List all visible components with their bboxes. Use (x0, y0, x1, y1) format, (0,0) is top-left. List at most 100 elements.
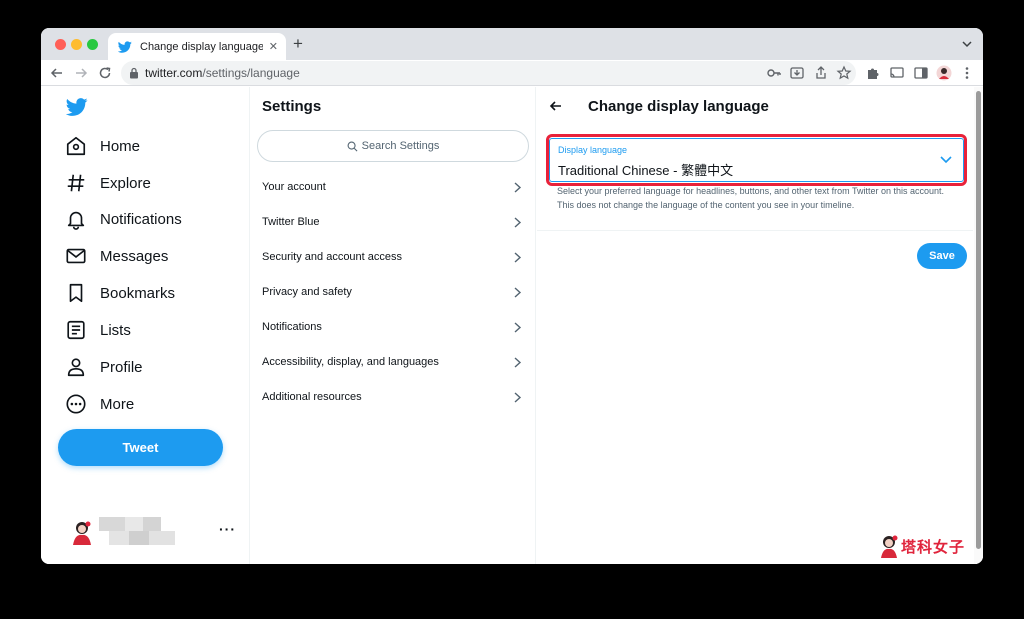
twitter-bird-icon (118, 40, 132, 53)
url-text: twitter.com/settings/language (145, 66, 300, 80)
watermark: 塔科女子 (878, 534, 968, 560)
nav-label: Notifications (100, 210, 182, 228)
bookmark-icon (69, 283, 83, 303)
account-more-icon[interactable]: ··· (219, 521, 236, 537)
back-arrow-icon[interactable] (49, 65, 65, 81)
url-host: twitter.com (145, 66, 203, 80)
display-language-select[interactable]: Display language Traditional Chinese - 繁… (549, 138, 964, 182)
envelope-icon (66, 248, 86, 264)
nav-item-messages[interactable]: Messages (65, 242, 168, 270)
nav-label: More (100, 395, 135, 413)
tab-title: Change display language / Twitter (140, 40, 263, 53)
left-navigation: Home Explore Notifications Messages Book… (41, 87, 250, 564)
tab-close-icon[interactable]: ✕ (269, 40, 278, 53)
chevron-right-icon (514, 322, 522, 333)
zoom-window-button[interactable] (87, 39, 98, 50)
person-icon (67, 358, 85, 377)
forward-arrow-icon[interactable] (73, 65, 89, 81)
search-settings-input[interactable]: Search Settings (257, 130, 529, 162)
nav-item-notifications[interactable]: Notifications (65, 205, 182, 233)
hashtag-icon (67, 174, 85, 192)
install-app-icon[interactable] (789, 65, 805, 81)
cast-icon[interactable] (889, 65, 905, 81)
save-button[interactable]: Save (917, 243, 967, 269)
bookmark-star-icon[interactable] (836, 65, 852, 81)
settings-item-privacy[interactable]: Privacy and safety (251, 275, 536, 310)
blurred-username (143, 517, 161, 531)
settings-item-label: Additional resources (262, 391, 362, 403)
nav-item-more[interactable]: More (65, 390, 134, 418)
settings-item-additional-resources[interactable]: Additional resources (251, 380, 536, 415)
minimize-window-button[interactable] (71, 39, 82, 50)
scrollbar[interactable] (974, 87, 983, 564)
settings-column: Settings Search Settings Your account Tw… (251, 87, 536, 564)
settings-item-twitter-blue[interactable]: Twitter Blue (251, 205, 536, 240)
nav-label: Bookmarks (100, 284, 176, 302)
blurred-handle (149, 531, 175, 545)
settings-item-label: Notifications (262, 321, 322, 333)
scrollbar-thumb[interactable] (976, 91, 981, 549)
bell-icon (67, 211, 85, 230)
tweet-button[interactable]: Tweet (58, 429, 223, 466)
reload-icon[interactable] (97, 65, 113, 81)
display-language-label: Display language (558, 145, 628, 155)
back-arrow-icon[interactable] (549, 99, 563, 113)
page-content: Home Explore Notifications Messages Book… (41, 87, 983, 564)
settings-item-label: Privacy and safety (262, 286, 352, 298)
nav-label: Home (100, 137, 141, 155)
detail-column: Change display language Display language… (537, 87, 973, 564)
display-language-value: Traditional Chinese - 繁體中文 (558, 163, 734, 178)
account-switcher[interactable]: ··· (69, 517, 236, 549)
search-icon (347, 141, 358, 151)
nav-item-home[interactable]: Home (65, 132, 140, 160)
browser-menu-icon[interactable] (959, 65, 975, 81)
twitter-logo-icon[interactable] (66, 97, 88, 117)
display-language-helper-text: Select your preferred language for headl… (557, 186, 945, 210)
watermark-logo (881, 535, 898, 558)
extensions-puzzle-icon[interactable] (865, 65, 881, 81)
more-circle-icon (66, 394, 86, 414)
settings-item-notifications[interactable]: Notifications (251, 310, 536, 345)
address-bar[interactable]: twitter.com/settings/language (121, 61, 856, 85)
chevron-right-icon (514, 182, 522, 193)
chevron-down-icon (940, 156, 952, 164)
settings-item-label: Twitter Blue (262, 216, 320, 228)
share-icon[interactable] (813, 65, 829, 81)
watermark-text: 塔科女子 (901, 539, 966, 556)
settings-item-your-account[interactable]: Your account (251, 170, 536, 205)
tab-search-chevron-icon[interactable] (961, 38, 973, 50)
chevron-right-icon (514, 357, 522, 368)
nav-item-explore[interactable]: Explore (65, 169, 151, 197)
blurred-handle (129, 531, 149, 545)
home-icon (66, 136, 86, 156)
lock-icon[interactable] (129, 67, 139, 79)
close-window-button[interactable] (55, 39, 66, 50)
divider (537, 230, 973, 231)
search-placeholder: Search Settings (361, 140, 440, 152)
settings-item-label: Security and account access (262, 251, 403, 263)
nav-item-profile[interactable]: Profile (65, 353, 143, 381)
page-title: Change display language (588, 98, 769, 115)
chevron-right-icon (514, 287, 522, 298)
key-icon[interactable] (766, 65, 782, 81)
nav-label: Explore (100, 174, 151, 192)
new-tab-icon[interactable]: + (293, 35, 303, 53)
nav-label: Messages (100, 247, 169, 265)
nav-item-lists[interactable]: Lists (65, 316, 131, 344)
browser-toolbar: twitter.com/settings/language (41, 60, 983, 86)
tab-strip: Change display language / Twitter ✕ + (41, 28, 983, 60)
profile-avatar-icon[interactable] (936, 65, 952, 81)
nav-item-bookmarks[interactable]: Bookmarks (65, 279, 175, 307)
side-panel-icon[interactable] (913, 65, 929, 81)
list-icon (67, 320, 85, 340)
blurred-username (99, 517, 125, 531)
settings-title: Settings (262, 98, 322, 115)
browser-window: Change display language / Twitter ✕ + tw… (41, 28, 983, 564)
blurred-username (125, 517, 143, 531)
settings-item-security[interactable]: Security and account access (251, 240, 536, 275)
chevron-right-icon (514, 217, 522, 228)
settings-item-label: Your account (262, 181, 326, 193)
browser-tab[interactable]: Change display language / Twitter ✕ (108, 33, 286, 60)
nav-label: Profile (100, 358, 143, 376)
settings-item-accessibility[interactable]: Accessibility, display, and languages (251, 345, 536, 380)
